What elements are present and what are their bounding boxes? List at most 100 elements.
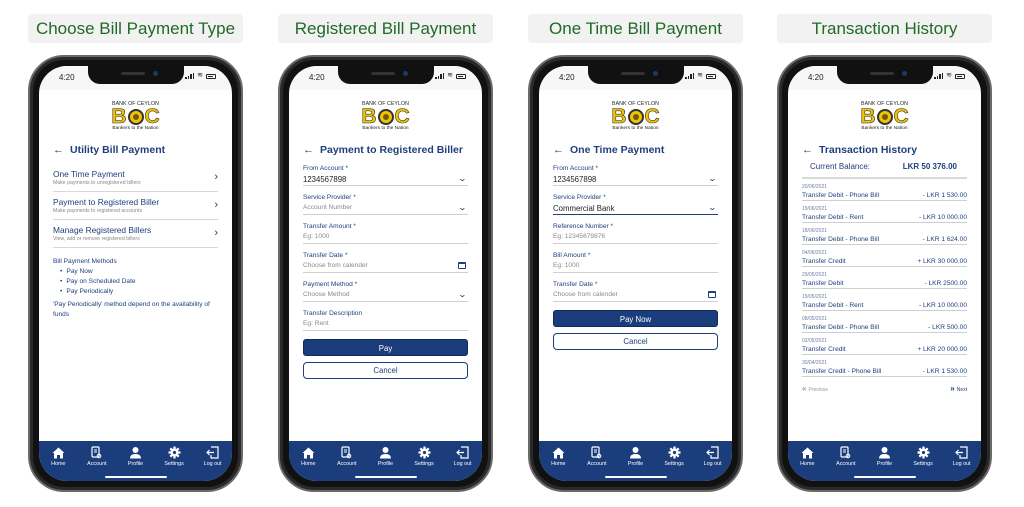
transaction-row[interactable]: 20/06/2021 Transfer Debit - Phone Bill - L…	[802, 179, 967, 201]
tab-label: Settings	[164, 461, 184, 467]
tab-logout[interactable]: Log out	[195, 446, 231, 481]
tab-logout[interactable]: Log out	[944, 446, 980, 481]
txn-date: 20/06/2021	[802, 184, 828, 190]
txn-amount: + LKR 30 000.00	[917, 258, 967, 265]
txn-date: 19/06/2021	[802, 206, 828, 212]
tab-home[interactable]: Home	[290, 446, 326, 481]
back-arrow-icon[interactable]: ←	[802, 144, 813, 156]
transfer-amount-input[interactable]: Eg: 1000	[303, 230, 468, 244]
notes-footer: 'Pay Periodically' method depend on the …	[53, 301, 210, 318]
menu-item-title: Manage Registered Billers	[53, 225, 152, 235]
chevron-down-icon: ⌄	[707, 174, 718, 183]
tab-home[interactable]: Home	[540, 446, 576, 481]
menu-item-title: One Time Payment	[53, 169, 125, 179]
logout-icon	[955, 446, 969, 459]
transaction-row[interactable]: 19/05/2021 Transfer Debit - Rent - LKR 10 …	[802, 289, 967, 311]
transaction-row[interactable]: 18/06/2021 Transfer Debit - Phone Bill - L…	[802, 223, 967, 245]
service-provider-select[interactable]: Account Number	[303, 201, 468, 215]
signal-icon	[185, 73, 195, 79]
status-time: 4:20	[808, 73, 824, 82]
field-label: Transfer Date *	[553, 281, 598, 288]
transfer-date-input[interactable]: Choose from calender	[553, 288, 718, 302]
previous-page-button[interactable]: «Previous	[802, 384, 828, 393]
service-provider-select[interactable]: Commercial Bank	[553, 201, 718, 215]
txn-amount: - LKR 1 530.00	[922, 368, 967, 375]
txn-date: 18/06/2021	[802, 228, 828, 234]
bottom-tab-bar: Home Account Profile Settings Log out	[39, 441, 232, 481]
menu-item-manage-billers[interactable]: Manage Registered Billers View, add or r…	[53, 220, 218, 248]
tab-logout[interactable]: Log out	[695, 446, 731, 481]
txn-amount: - LKR 10 000.00	[918, 302, 967, 309]
transfer-amount-field[interactable]: Transfer Amount * Eg: 1000	[303, 223, 468, 244]
calendar-icon[interactable]	[458, 262, 466, 269]
wifi-icon: ≋	[447, 72, 453, 79]
bill-amount-input[interactable]: Eg: 1000	[553, 259, 718, 273]
back-arrow-icon[interactable]: ←	[303, 144, 314, 156]
wifi-icon: ≋	[197, 72, 203, 79]
txn-description: Transfer Credit - Phone Bill	[802, 368, 882, 375]
from-account-select[interactable]: 1234567898	[553, 172, 718, 186]
from-account-field[interactable]: From Account * 1234567898 ⌄	[303, 165, 468, 186]
pay-button[interactable]: Pay	[303, 339, 468, 356]
from-account-field[interactable]: From Account * 1234567898 ⌄	[553, 165, 718, 186]
pagination: «Previous » Next	[802, 384, 967, 393]
transaction-row[interactable]: 30/04/2021 Transfer Credit - Phone Bill - …	[802, 355, 967, 377]
page-title: ← Transaction History	[802, 144, 967, 156]
menu-item-registered-biller[interactable]: Payment to Registered Biller Make paymen…	[53, 192, 218, 220]
tab-home[interactable]: Home	[40, 446, 76, 481]
bill-amount-field[interactable]: Bill Amount * Eg: 1000	[553, 252, 718, 273]
from-account-select[interactable]: 1234567898	[303, 172, 468, 186]
tab-label: Log out	[203, 461, 222, 467]
pay-now-button[interactable]: Pay Now	[553, 310, 718, 327]
home-icon	[301, 446, 315, 459]
user-icon	[877, 446, 891, 459]
menu-item-one-time-payment[interactable]: One Time Payment Make payments to unregi…	[53, 164, 218, 192]
transaction-row[interactable]: 19/06/2021 Transfer Debit - Rent - LKR 10 …	[802, 201, 967, 223]
phone-frame: 4:20 ≋ BANK OF CEYLON BC Bankers to the …	[278, 55, 493, 492]
account-statement-icon	[590, 446, 604, 459]
service-provider-field[interactable]: Service Provider * Account Number ⌄	[303, 194, 468, 215]
transaction-row[interactable]: 29/05/2021 Transfer Debit - LKR 2500.00	[802, 267, 967, 289]
logo-letter-b: B	[361, 105, 377, 128]
phone-frame: 4:20 ≋ BANK OF CEYLON BC Bankers to the …	[528, 55, 743, 492]
next-page-button[interactable]: » Next	[950, 384, 967, 393]
home-indicator	[604, 476, 667, 478]
tab-home[interactable]: Home	[789, 446, 825, 481]
transaction-row[interactable]: 04/06/2021 Transfer Credit + LKR 30 000.00	[802, 245, 967, 267]
payment-method-select[interactable]: Choose Method	[303, 288, 468, 302]
txn-date: 29/05/2021	[802, 272, 828, 278]
transaction-row[interactable]: 02/05/2021 Transfer Credit + LKR 20 000.00	[802, 333, 967, 355]
transfer-date-field[interactable]: Transfer Date * Choose from calender	[303, 252, 468, 273]
balance-label: Current Balance:	[810, 162, 871, 171]
transfer-description-field[interactable]: Transfer Description Eg: Rent	[303, 310, 468, 331]
transfer-description-input[interactable]: Eg: Rent	[303, 317, 468, 331]
reference-number-field[interactable]: Reference Number * Eg: 12345679876	[553, 223, 718, 244]
transaction-row[interactable]: 08/05/2021 Transfer Debit - Phone Bill - L…	[802, 311, 967, 333]
notes-item: Pay Now	[60, 267, 218, 277]
tab-label: Log out	[952, 461, 971, 467]
cancel-button[interactable]: Cancel	[303, 362, 468, 379]
txn-date: 08/05/2021	[802, 316, 828, 322]
reference-number-input[interactable]: Eg: 12345679876	[553, 230, 718, 244]
txn-description: Transfer Credit	[802, 258, 846, 265]
tab-logout[interactable]: Log out	[445, 446, 481, 481]
calendar-icon[interactable]	[708, 291, 716, 298]
tab-label: Account	[337, 461, 357, 467]
signal-icon	[685, 73, 695, 79]
back-arrow-icon[interactable]: ←	[53, 144, 64, 156]
back-arrow-icon[interactable]: ←	[553, 144, 564, 156]
cancel-button[interactable]: Cancel	[553, 333, 718, 350]
transfer-date-field[interactable]: Transfer Date * Choose from calender	[553, 281, 718, 302]
logo-tagline: Bankers to the Nation	[362, 126, 409, 131]
payment-method-field[interactable]: Payment Method * Choose Method ⌄	[303, 281, 468, 302]
service-provider-field[interactable]: Service Provider * Commercial Bank ⌄	[553, 194, 718, 215]
chevron-right-icon: ›	[214, 171, 218, 183]
account-statement-icon	[90, 446, 104, 459]
logo-letter-b: B	[111, 105, 127, 128]
transfer-date-input[interactable]: Choose from calender	[303, 259, 468, 273]
gear-icon	[417, 446, 431, 459]
logout-icon	[706, 446, 720, 459]
notch	[587, 66, 684, 84]
user-icon	[378, 446, 392, 459]
screen-registered-bill-payment: Registered Bill Payment 4:20 ≋ BANK OF C…	[263, 0, 513, 507]
